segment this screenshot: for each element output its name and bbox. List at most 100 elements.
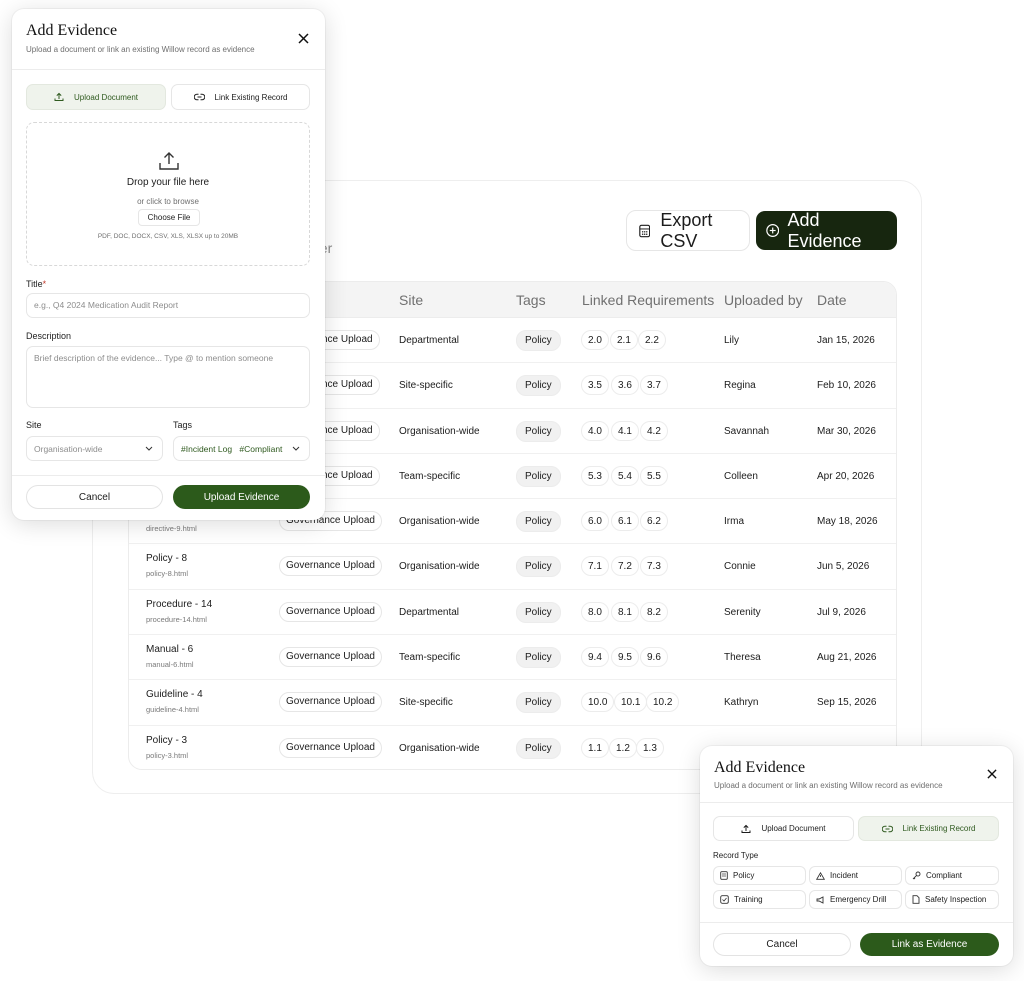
tab-link-label: Link Existing Record <box>902 824 976 833</box>
export-csv-button[interactable]: Export CSV <box>626 210 750 251</box>
table-row[interactable]: Policy - 8 policy-8.html Governance Upload… <box>129 544 896 590</box>
requirement-chip[interactable]: 8.0 <box>581 601 609 622</box>
table-row[interactable]: Manual - 6 manual-6.html Governance Upload… <box>129 635 896 681</box>
megaphone-icon <box>816 895 824 904</box>
document-name[interactable]: Policy - 8 <box>146 553 187 564</box>
requirement-chip[interactable]: 9.4 <box>581 647 609 668</box>
modal-title: Add Evidence <box>26 22 118 39</box>
date-cell: Apr 20, 2026 <box>817 470 875 482</box>
upload-evidence-button[interactable]: Upload Evidence <box>173 485 310 509</box>
choose-file-button[interactable]: Choose File <box>138 209 200 226</box>
requirement-chip[interactable]: 6.0 <box>581 511 609 532</box>
requirement-chip[interactable]: 1.3 <box>636 737 664 758</box>
tag-chip[interactable]: #Incident Log <box>181 444 232 454</box>
requirement-chip[interactable]: 10.2 <box>646 692 680 713</box>
requirement-chip[interactable]: 4.1 <box>611 420 639 441</box>
requirement-chip[interactable]: 2.2 <box>638 330 666 350</box>
requirement-chip[interactable]: 7.3 <box>640 556 668 577</box>
warning-icon <box>816 871 825 880</box>
col-tags[interactable]: Tags <box>516 292 546 308</box>
table-row[interactable]: Procedure - 14 procedure-14.html Governanc… <box>129 590 896 636</box>
close-icon[interactable] <box>298 33 309 44</box>
requirement-chip[interactable]: 3.7 <box>640 375 668 396</box>
requirement-chip[interactable]: 5.4 <box>611 465 639 486</box>
document-filename: policy-3.html <box>146 750 189 760</box>
document-icon <box>720 871 728 880</box>
link-as-evidence-button[interactable]: Link as Evidence <box>860 933 999 956</box>
requirement-chip[interactable]: 7.2 <box>611 556 639 577</box>
divider <box>700 802 1013 803</box>
date-cell: Mar 30, 2026 <box>817 425 876 437</box>
add-evidence-button[interactable]: Add Evidence <box>756 209 897 251</box>
site-cell: Site-specific <box>399 380 453 392</box>
requirement-chip[interactable]: 10.1 <box>614 692 648 713</box>
tag-badge: Policy <box>516 737 561 759</box>
col-site[interactable]: Site <box>399 292 423 308</box>
requirement-chip[interactable]: 4.0 <box>581 420 609 441</box>
record-type-compliant[interactable]: Compliant <box>905 866 999 885</box>
tags-select[interactable]: #Incident Log #Compliant <box>173 436 310 461</box>
cancel-button[interactable]: Cancel <box>26 485 163 509</box>
requirement-chip[interactable]: 3.5 <box>581 375 609 396</box>
uploaded-by-cell: Kathryn <box>724 697 759 709</box>
add-evidence-label: Add Evidence <box>787 209 862 251</box>
tab-link-existing-record[interactable]: Link Existing Record <box>171 84 310 110</box>
type-badge: Governance Upload <box>279 692 382 713</box>
record-type-safety-inspection[interactable]: Safety Inspection <box>905 890 999 909</box>
record-type-policy[interactable]: Policy <box>713 866 806 885</box>
tag-badge: Policy <box>516 692 561 714</box>
requirement-chip[interactable]: 9.5 <box>611 647 639 668</box>
requirement-chip[interactable]: 2.0 <box>581 330 609 350</box>
tab-link-label: Link Existing Record <box>214 92 288 102</box>
site-cell: Departmental <box>399 606 460 618</box>
type-badge: Governance Upload <box>279 601 382 622</box>
title-input[interactable]: e.g., Q4 2024 Medication Audit Report <box>26 293 310 318</box>
tags-label: Tags <box>173 420 193 430</box>
col-linked-requirements[interactable]: Linked Requirements <box>582 292 714 308</box>
document-name[interactable]: Guideline - 4 <box>146 689 203 700</box>
requirement-chip[interactable]: 6.1 <box>611 511 639 532</box>
requirement-chip[interactable]: 7.1 <box>581 556 609 577</box>
document-filename: procedure-14.html <box>146 614 207 624</box>
close-icon[interactable] <box>987 769 997 779</box>
requirement-chip[interactable]: 2.1 <box>610 330 638 350</box>
tab-upload-document[interactable]: Upload Document <box>26 84 166 110</box>
cancel-button[interactable]: Cancel <box>713 933 851 956</box>
document-name[interactable]: Policy - 3 <box>146 735 187 746</box>
document-name[interactable]: Manual - 6 <box>146 644 193 655</box>
add-evidence-link-modal: Add Evidence Upload a document or link a… <box>700 746 1013 966</box>
tag-chip[interactable]: #Compliant <box>239 444 282 454</box>
requirement-chip[interactable]: 3.6 <box>611 375 639 396</box>
record-type-incident[interactable]: Incident <box>809 866 902 885</box>
description-textarea[interactable]: Brief description of the evidence... Typ… <box>26 346 310 408</box>
requirement-chip[interactable]: 5.3 <box>581 465 609 486</box>
site-select[interactable]: Organisation-wide <box>26 436 163 461</box>
file-dropzone[interactable]: Drop your file here or click to browse C… <box>26 122 310 266</box>
requirement-chip[interactable]: 8.2 <box>640 601 668 622</box>
document-name[interactable]: Procedure - 14 <box>146 599 212 610</box>
date-cell: Sep 15, 2026 <box>817 697 877 709</box>
requirement-chip[interactable]: 1.1 <box>581 737 609 758</box>
col-uploaded-by[interactable]: Uploaded by <box>724 292 803 308</box>
requirement-chip[interactable]: 10.0 <box>581 692 615 713</box>
table-row[interactable]: Guideline - 4 guideline-4.html Governance … <box>129 680 896 726</box>
modal-subtitle: Upload a document or link an existing Wi… <box>26 45 255 54</box>
link-icon <box>193 93 205 101</box>
tab-link-existing-record[interactable]: Link Existing Record <box>858 816 999 841</box>
col-date[interactable]: Date <box>817 292 847 308</box>
site-cell: Organisation-wide <box>399 742 480 754</box>
record-type-training[interactable]: Training <box>713 890 806 909</box>
record-type-emergency-drill[interactable]: Emergency Drill <box>809 890 902 909</box>
tab-upload-document[interactable]: Upload Document <box>713 816 854 841</box>
requirement-chip[interactable]: 8.1 <box>611 601 639 622</box>
requirement-chip[interactable]: 9.6 <box>640 647 668 668</box>
requirement-chip[interactable]: 1.2 <box>609 737 637 758</box>
spreadsheet-icon <box>639 224 651 237</box>
requirement-chip[interactable]: 6.2 <box>640 511 668 532</box>
title-label: Title* <box>26 279 47 289</box>
type-badge: Governance Upload <box>279 556 382 577</box>
requirement-chip[interactable]: 4.2 <box>640 420 668 441</box>
requirement-chip[interactable]: 5.5 <box>640 465 668 486</box>
uploaded-by-cell: Regina <box>724 380 756 392</box>
export-csv-label: Export CSV <box>660 209 713 251</box>
